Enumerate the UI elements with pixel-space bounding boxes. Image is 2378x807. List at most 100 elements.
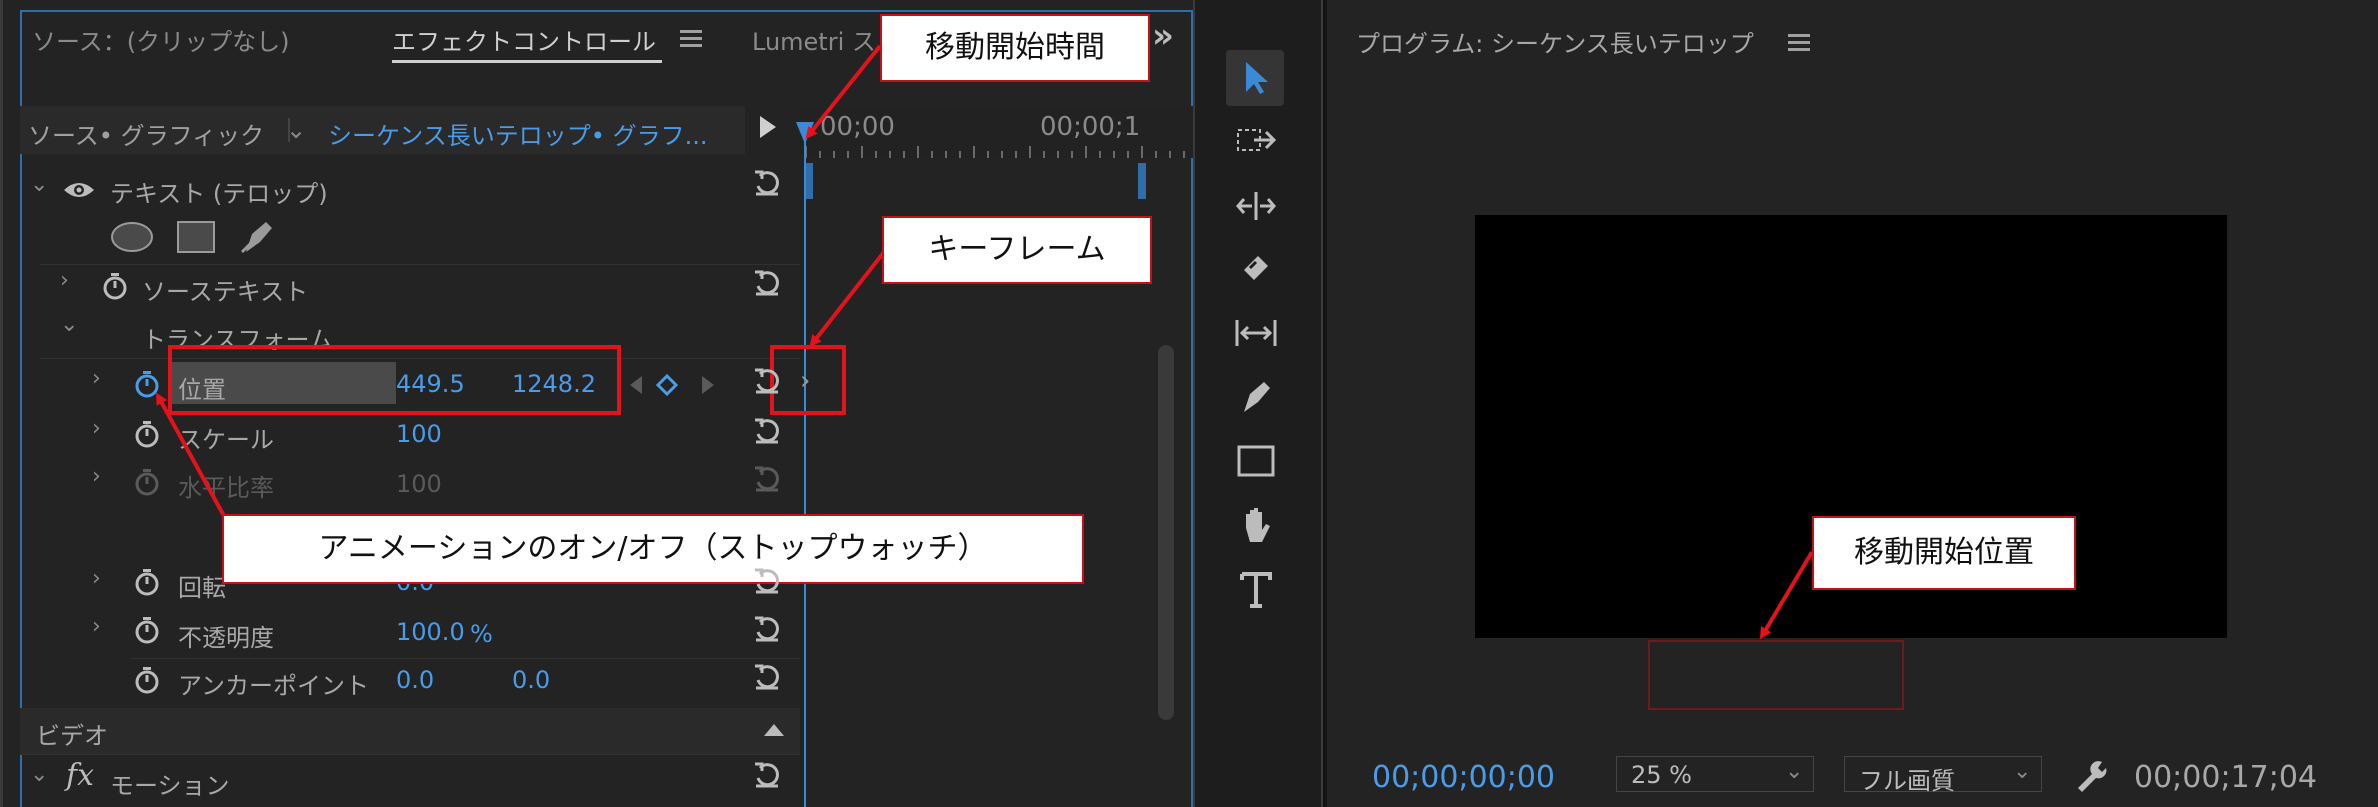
stopwatch-icon[interactable] <box>134 420 160 448</box>
horizontal-ratio-label: 水平比率 <box>178 474 274 502</box>
ripple-edit-tool[interactable] <box>1226 178 1284 234</box>
annotation-highlight-position <box>168 345 621 415</box>
wrench-icon[interactable] <box>2072 756 2110 794</box>
type-icon <box>1240 572 1272 608</box>
scale-value[interactable]: 100 <box>396 420 442 448</box>
next-keyframe-icon[interactable] <box>702 376 714 394</box>
rotation-label: 回転 <box>178 574 226 602</box>
reset-parameter-icon[interactable] <box>752 760 782 790</box>
anchor-x-value[interactable]: 0.0 <box>396 666 434 694</box>
track-select-tool[interactable] <box>1226 114 1284 170</box>
tab-source[interactable]: ソース：(クリップなし) <box>32 22 290 57</box>
clip-in-marker <box>805 163 813 199</box>
razor-icon <box>1244 256 1268 280</box>
tab-effect-controls[interactable]: エフェクトコントロール <box>392 22 656 57</box>
program-monitor-title[interactable]: プログラム: シーケンス長いテロップ <box>1356 24 1754 59</box>
rectangle-icon[interactable] <box>176 220 216 254</box>
collapse-up-icon[interactable] <box>764 724 784 736</box>
source-text-label: ソーステキスト <box>142 278 309 306</box>
source-bar: ソース• グラフィック ⌄ シーケンス長いテロップ• グラフ... <box>20 106 745 154</box>
anchor-y-value[interactable]: 0.0 <box>512 666 550 694</box>
expand-chevron-icon[interactable]: › <box>92 416 101 441</box>
panel-menu-icon[interactable] <box>680 30 702 48</box>
opacity-label: 不透明度 <box>178 624 274 652</box>
sequence-clip-selector[interactable]: シーケンス長いテロップ• グラフ... <box>328 116 707 151</box>
rectangle-tool[interactable] <box>1226 434 1284 490</box>
stopwatch-icon-active[interactable] <box>134 370 160 398</box>
stopwatch-icon[interactable] <box>134 616 160 644</box>
reset-parameter-icon[interactable] <box>752 366 782 396</box>
row-divider <box>130 658 800 659</box>
zoom-level-value: 25 % <box>1631 761 1692 789</box>
add-keyframe-icon[interactable] <box>656 374 678 396</box>
motion-label: モーション <box>110 772 230 800</box>
stopwatch-icon[interactable] <box>134 666 160 694</box>
active-tab-indicator <box>392 60 662 63</box>
selection-arrow-icon <box>1246 62 1268 94</box>
hand-tool[interactable] <box>1226 498 1284 554</box>
expand-chevron-icon[interactable]: › <box>92 614 101 639</box>
play-triangle-icon[interactable] <box>760 116 776 138</box>
clip-out-marker <box>1138 163 1146 199</box>
playback-resolution-dropdown[interactable]: フル画質 ⌄ <box>1844 756 2042 795</box>
pen-tool-icon <box>1244 382 1270 412</box>
stopwatch-icon[interactable] <box>134 568 160 596</box>
callout-start-time: 移動開始時間 <box>880 14 1150 82</box>
chevron-down-icon[interactable]: ⌄ <box>286 116 306 144</box>
selection-tool[interactable] <box>1226 50 1284 106</box>
anchor-point-label: アンカーポイント <box>178 672 370 700</box>
stopwatch-icon-disabled <box>135 469 159 496</box>
video-section-header[interactable]: ビデオ <box>20 708 800 754</box>
pen-tool[interactable] <box>1226 370 1284 426</box>
reset-parameter-icon[interactable] <box>752 614 782 644</box>
prev-keyframe-icon[interactable] <box>630 376 642 394</box>
ripple-edit-icon <box>1236 192 1276 220</box>
collapse-chevron-icon[interactable]: ⌄ <box>30 762 48 787</box>
horizontal-ratio-value: 100 <box>396 470 442 498</box>
reset-parameter-icon[interactable] <box>752 566 782 596</box>
expand-chevron-icon[interactable]: › <box>92 464 101 489</box>
zoom-level-dropdown[interactable]: 25 % ⌄ <box>1616 756 1814 792</box>
reset-parameter-icon <box>755 466 779 492</box>
playhead-handle[interactable] <box>796 122 814 144</box>
ruler-end-time: 00;00;1 <box>1040 112 1141 142</box>
row-divider <box>20 754 800 755</box>
stopwatch-icon[interactable] <box>102 272 128 300</box>
ruler-ticks <box>805 146 1185 158</box>
effect-controls-scrollbar[interactable] <box>1158 345 1174 720</box>
rectangle-tool-icon <box>1237 445 1275 477</box>
panel-menu-icon[interactable] <box>1788 34 1810 52</box>
current-timecode[interactable]: 00;00;00;00 <box>1372 760 1555 795</box>
type-tool[interactable] <box>1226 562 1284 618</box>
title-bounding-box[interactable] <box>1648 640 1904 710</box>
opacity-unit: % <box>470 620 493 648</box>
chevron-down-icon: ⌄ <box>1785 759 1804 784</box>
video-section-label: ビデオ <box>36 722 108 750</box>
reset-parameter-icon[interactable] <box>752 268 782 298</box>
fx-icon[interactable]: fx <box>66 758 94 793</box>
ruler-start-time: 00;00 <box>820 112 895 142</box>
expand-chevron-icon[interactable]: › <box>60 268 69 293</box>
callout-stopwatch: アニメーションのオン/オフ（ストップウォッチ） <box>222 514 1084 584</box>
expand-chevron-icon[interactable]: › <box>92 366 101 391</box>
tab-lumetri[interactable]: Lumetri ス <box>752 22 876 57</box>
reset-parameter-icon[interactable] <box>752 416 782 446</box>
slip-tool[interactable] <box>1226 306 1284 362</box>
playback-resolution-value: フル画質 <box>1859 767 1955 795</box>
overflow-tabs-icon[interactable]: » <box>1152 16 1174 56</box>
reset-parameter-icon[interactable] <box>752 662 782 692</box>
playhead-line[interactable] <box>804 125 806 807</box>
reset-parameter-icon[interactable] <box>752 168 782 198</box>
collapse-chevron-icon[interactable]: ⌄ <box>60 312 78 337</box>
expand-chevron-icon[interactable]: › <box>92 566 101 591</box>
razor-tool[interactable] <box>1226 242 1284 298</box>
scale-label: スケール <box>178 426 274 454</box>
duration-timecode: 00;00;17;04 <box>2134 760 2318 795</box>
ellipse-icon[interactable] <box>110 220 154 254</box>
slip-icon <box>1235 320 1277 346</box>
pen-icon[interactable] <box>238 216 278 256</box>
eye-icon[interactable] <box>62 180 96 200</box>
hand-icon <box>1246 508 1270 542</box>
opacity-value[interactable]: 100.0 <box>396 618 465 646</box>
collapse-chevron-icon[interactable]: ⌄ <box>30 172 48 197</box>
